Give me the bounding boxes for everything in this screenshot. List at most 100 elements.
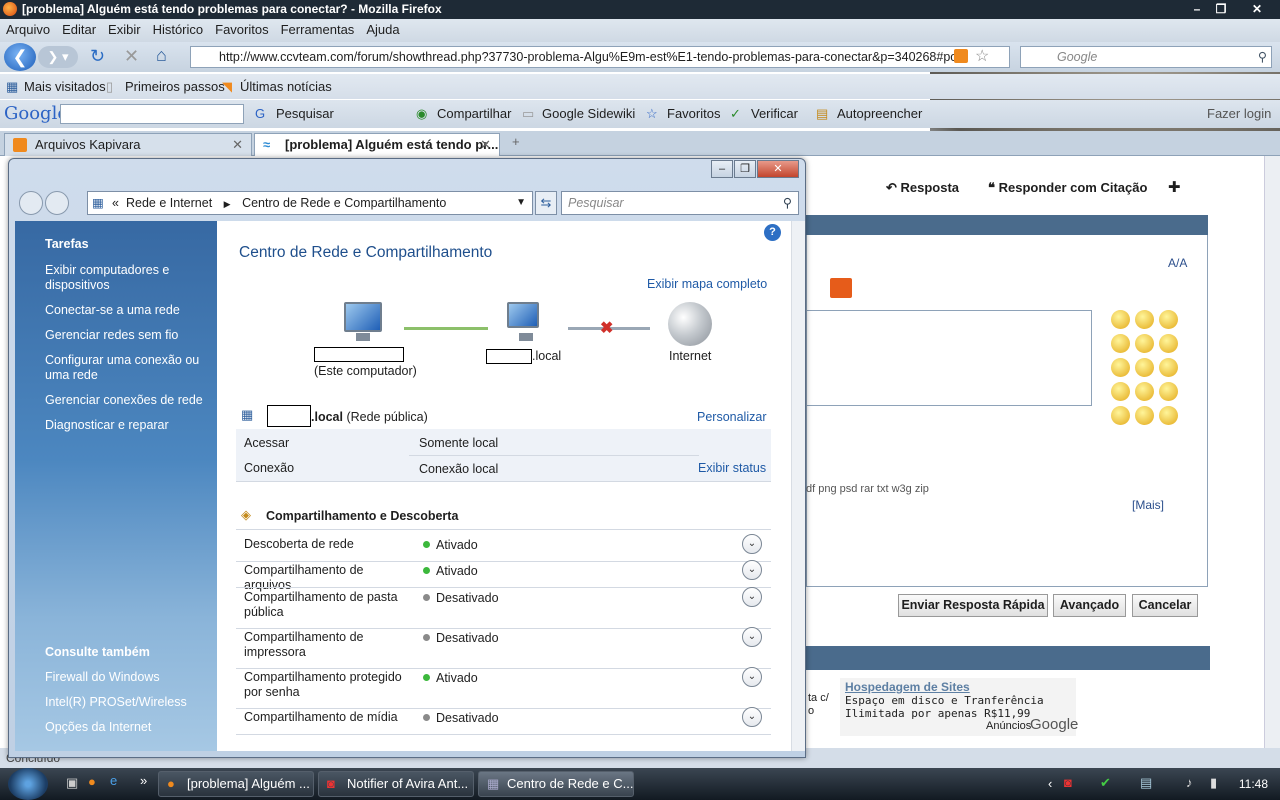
tab-arquivos-kapivara[interactable]: Arquivos Kapivara ✕ <box>4 133 252 156</box>
help-icon[interactable]: ? <box>764 224 781 241</box>
more-link[interactable]: [Mais] <box>1132 498 1164 512</box>
share-button[interactable]: Compartilhar <box>437 106 511 121</box>
search-box[interactable]: Google ⚲ <box>1020 46 1272 68</box>
expand-chevron-icon[interactable]: ⌄ <box>742 560 762 580</box>
bookmark-star-icon[interactable]: ☆ <box>975 46 989 66</box>
login-button[interactable]: Fazer login <box>1207 106 1271 121</box>
smiley-icon[interactable] <box>1135 358 1154 377</box>
taskbar-firefox-button[interactable]: ● [problema] Alguém ... <box>158 771 314 797</box>
rss-icon[interactable] <box>954 49 968 63</box>
bookmark-ultimas-noticias[interactable]: Últimas notícias <box>240 79 332 94</box>
menu-favoritos[interactable]: Favoritos <box>209 19 274 37</box>
refresh-icon[interactable]: ⇆ <box>535 191 557 215</box>
taskbar-network-center-button[interactable]: ▦ Centro de Rede e C... <box>478 771 634 797</box>
smiley-icon[interactable] <box>1135 310 1154 329</box>
volume-icon[interactable]: ♪ <box>1186 775 1193 790</box>
expand-chevron-icon[interactable]: ⌄ <box>742 667 762 687</box>
more-icon[interactable]: » <box>140 773 147 788</box>
smiley-icon[interactable] <box>1159 358 1178 377</box>
smiley-icon[interactable] <box>1159 334 1178 353</box>
window-search-icon[interactable]: ⚲ <box>783 192 792 214</box>
expand-chevron-icon[interactable]: ⌄ <box>742 534 762 554</box>
breadcrumb-separator-icon[interactable]: ▶ <box>224 199 231 209</box>
smiley-icon[interactable] <box>1135 406 1154 425</box>
smiley-icon[interactable] <box>1111 310 1130 329</box>
expand-chevron-icon[interactable]: ⌄ <box>742 627 762 647</box>
smiley-icon[interactable] <box>1159 406 1178 425</box>
ad-title[interactable]: Hospedagem de Sites <box>845 680 1071 694</box>
smiley-icon[interactable] <box>1159 310 1178 329</box>
favorites-button[interactable]: Favoritos <box>667 106 720 121</box>
quick-reply-send-button[interactable]: Enviar Resposta Rápida <box>898 594 1048 617</box>
power-icon[interactable]: ▮ <box>1210 775 1217 791</box>
close-button[interactable]: ✕ <box>1242 0 1272 18</box>
menu-historico[interactable]: Histórico <box>147 19 210 37</box>
smiley-icon[interactable] <box>1111 382 1130 401</box>
editor-icon[interactable] <box>830 278 852 298</box>
content-scrollbar[interactable] <box>791 221 805 751</box>
stop-icon[interactable]: ✕ <box>124 46 139 67</box>
back-arrow-icon[interactable] <box>19 191 43 215</box>
tab-close-icon[interactable]: ✕ <box>232 134 243 156</box>
breadcrumb-rede-internet[interactable]: Rede e Internet <box>126 196 212 210</box>
google-search-button[interactable]: Pesquisar <box>276 106 334 121</box>
url-bar[interactable]: http://www.ccvteam.com/forum/showthread.… <box>190 46 1010 68</box>
expand-chevron-icon[interactable]: ⌄ <box>742 707 762 727</box>
menu-arquivo[interactable]: Arquivo <box>0 19 56 37</box>
view-status-link[interactable]: Exibir status <box>698 461 766 475</box>
quicklaunch-icon[interactable]: ▣ <box>66 775 78 791</box>
smiley-icon[interactable] <box>1111 358 1130 377</box>
forward-button[interactable]: ❯ ▾ <box>38 46 78 68</box>
bookmark-primeiros-passos[interactable]: Primeiros passos <box>125 79 225 94</box>
quote-reply-button[interactable]: ❝ Responder com Citação <box>988 180 1147 196</box>
smiley-icon[interactable] <box>1135 334 1154 353</box>
firefox-quicklaunch-icon[interactable]: ● <box>88 774 96 789</box>
smiley-icon[interactable] <box>1159 382 1178 401</box>
task-view-computers[interactable]: Exibir computadores e dispositivos <box>45 263 215 293</box>
google-search-input[interactable] <box>60 104 244 124</box>
customize-link[interactable]: Personalizar <box>697 410 766 424</box>
tab-problema[interactable]: ≈ [problema] Alguém está tendo pr... ✕ <box>254 133 500 156</box>
reply-button[interactable]: ↶ Resposta <box>886 180 959 196</box>
new-tab-icon[interactable]: + <box>512 134 520 149</box>
back-button[interactable]: ❮ <box>4 43 36 71</box>
network-tray-icon[interactable]: ▤ <box>1140 775 1152 791</box>
tray-check-icon[interactable]: ✔ <box>1100 775 1111 791</box>
smiley-icon[interactable] <box>1111 406 1130 425</box>
search-icon[interactable]: ⚲ <box>1258 47 1267 67</box>
task-manage-wireless[interactable]: Gerenciar redes sem fio <box>45 328 215 343</box>
task-connect-network[interactable]: Conectar-se a uma rede <box>45 303 215 318</box>
menu-editar[interactable]: Editar <box>56 19 102 37</box>
expand-chevron-icon[interactable]: ⌄ <box>742 587 762 607</box>
win-close-button[interactable]: ✕ <box>757 160 799 178</box>
autofill-button[interactable]: Autopreencher <box>837 106 922 121</box>
ie-icon[interactable]: e <box>110 773 117 788</box>
font-size-icon[interactable]: A/A <box>1168 256 1187 270</box>
multiquote-icon[interactable]: ✚ <box>1168 178 1181 196</box>
check-button[interactable]: Verificar <box>751 106 798 121</box>
win-minimize-button[interactable]: – <box>711 160 733 178</box>
see-also-internet-options[interactable]: Opções da Internet <box>45 720 215 735</box>
taskbar-avira-button[interactable]: ◙ Notifier of Avira Ant... <box>318 771 474 797</box>
menu-ajuda[interactable]: Ajuda <box>360 19 405 37</box>
maximize-button[interactable]: ❐ <box>1210 0 1232 18</box>
smiley-icon[interactable] <box>1111 334 1130 353</box>
reply-textarea[interactable] <box>806 310 1092 406</box>
address-dropdown-icon[interactable]: ▼ <box>516 192 526 214</box>
task-setup-connection[interactable]: Configurar uma conexão ou uma rede <box>45 353 215 383</box>
full-map-link[interactable]: Exibir mapa completo <box>647 277 767 291</box>
menu-exibir[interactable]: Exibir <box>102 19 147 37</box>
smiley-icon[interactable] <box>1135 382 1154 401</box>
win-maximize-button[interactable]: ❐ <box>734 160 756 178</box>
bookmark-mais-visitados[interactable]: Mais visitados <box>24 79 106 94</box>
address-bar[interactable]: ▦ « Rede e Internet ▶ Centro de Rede e C… <box>87 191 533 215</box>
sidewiki-button[interactable]: Google Sidewiki <box>542 106 635 121</box>
page-scrollbar[interactable] <box>1264 156 1280 748</box>
task-diagnose[interactable]: Diagnosticar e reparar <box>45 418 215 433</box>
forward-arrow-icon[interactable] <box>45 191 69 215</box>
cancel-button[interactable]: Cancelar <box>1132 594 1198 617</box>
see-also-firewall[interactable]: Firewall do Windows <box>45 670 215 685</box>
breadcrumb-centro[interactable]: Centro de Rede e Compartilhamento <box>242 196 446 210</box>
avira-tray-icon[interactable]: ◙ <box>1064 775 1072 790</box>
clock[interactable]: 11:48 <box>1239 777 1268 791</box>
